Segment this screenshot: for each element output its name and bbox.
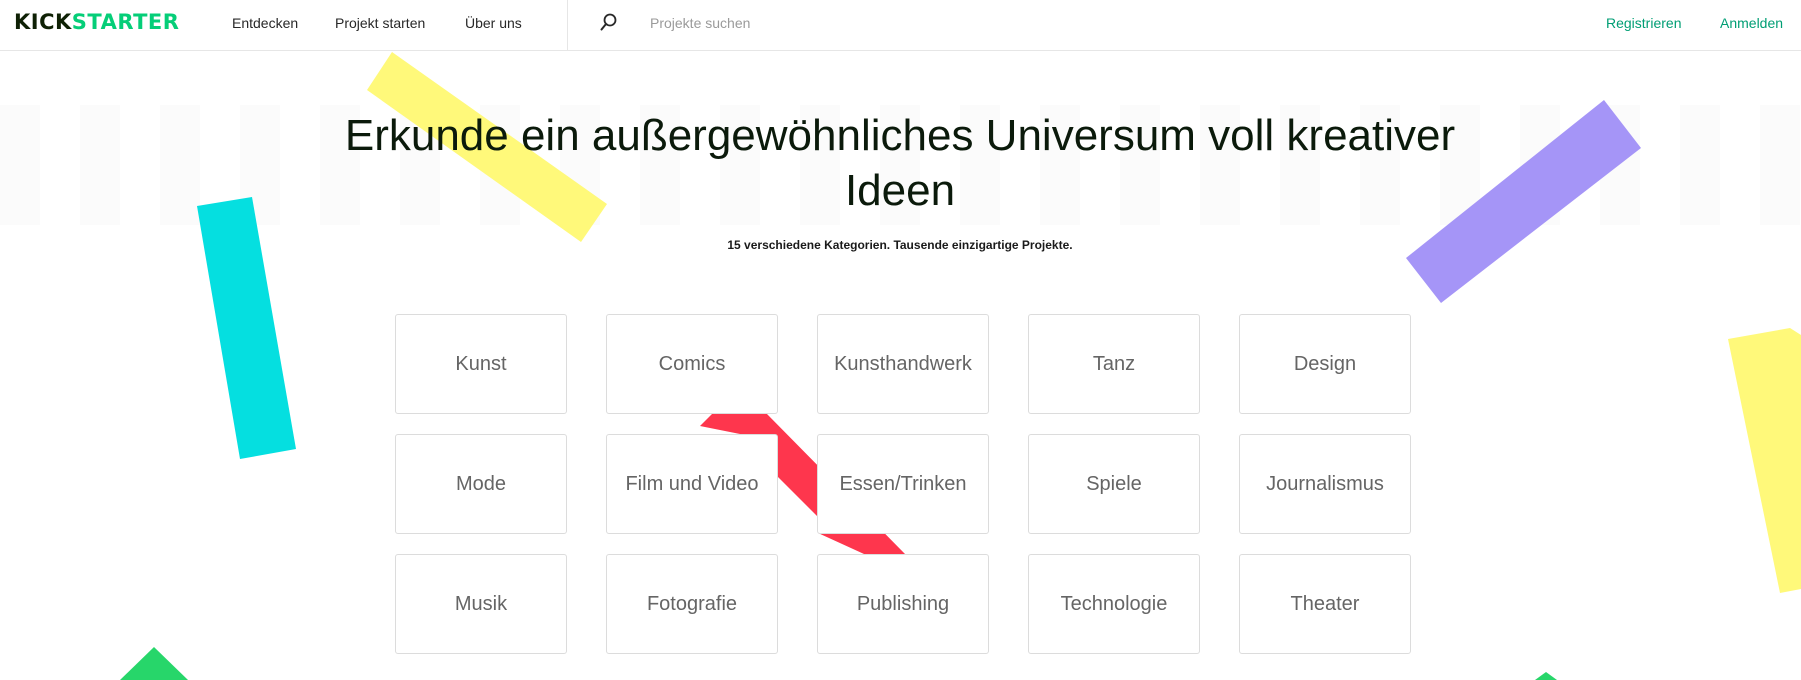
hero-title: Erkunde ein außergewöhnliches Universum … bbox=[344, 111, 1456, 215]
yellow-right-bar-shape bbox=[1728, 328, 1801, 593]
category-tile-mode[interactable]: Mode bbox=[395, 434, 567, 534]
category-tile-kunsthandwerk[interactable]: Kunsthandwerk bbox=[817, 314, 989, 414]
nav-start-project-link[interactable]: Projekt starten bbox=[335, 14, 425, 32]
search-input[interactable] bbox=[650, 10, 1030, 36]
register-link[interactable]: Registrieren bbox=[1606, 14, 1681, 32]
nav-about-link[interactable]: Über uns bbox=[465, 14, 522, 32]
logo-kick: KICK bbox=[14, 10, 72, 34]
category-tile-tanz[interactable]: Tanz bbox=[1028, 314, 1200, 414]
category-tile-design[interactable]: Design bbox=[1239, 314, 1411, 414]
green-small-triangle-shape bbox=[1535, 672, 1557, 680]
top-navigation: KICKSTARTER Entdecken Projekt starten Üb… bbox=[0, 0, 1801, 51]
category-tile-film-und-video[interactable]: Film und Video bbox=[606, 434, 778, 534]
category-tile-musik[interactable]: Musik bbox=[395, 554, 567, 654]
category-tile-comics[interactable]: Comics bbox=[606, 314, 778, 414]
nav-discover-link[interactable]: Entdecken bbox=[232, 14, 298, 32]
nav-divider bbox=[567, 0, 568, 50]
hero-subtitle: 15 verschiedene Kategorien. Tausende ein… bbox=[727, 238, 1073, 252]
category-tile-spiele[interactable]: Spiele bbox=[1028, 434, 1200, 534]
category-tile-essen-trinken[interactable]: Essen/Trinken bbox=[817, 434, 989, 534]
kickstarter-logo[interactable]: KICKSTARTER bbox=[14, 10, 179, 34]
category-tile-theater[interactable]: Theater bbox=[1239, 554, 1411, 654]
login-link[interactable]: Anmelden bbox=[1720, 14, 1783, 32]
category-tile-publishing[interactable]: Publishing bbox=[817, 554, 989, 654]
category-tile-fotografie[interactable]: Fotografie bbox=[606, 554, 778, 654]
category-tile-kunst[interactable]: Kunst bbox=[395, 314, 567, 414]
green-triangle-shape bbox=[120, 647, 188, 680]
search-icon[interactable] bbox=[600, 13, 618, 33]
category-grid: Kunst Comics Kunsthandwerk Tanz Design M… bbox=[395, 314, 1411, 654]
logo-starter: STARTER bbox=[71, 10, 180, 34]
category-tile-technologie[interactable]: Technologie bbox=[1028, 554, 1200, 654]
category-tile-journalismus[interactable]: Journalismus bbox=[1239, 434, 1411, 534]
cyan-bar-shape bbox=[197, 197, 296, 459]
